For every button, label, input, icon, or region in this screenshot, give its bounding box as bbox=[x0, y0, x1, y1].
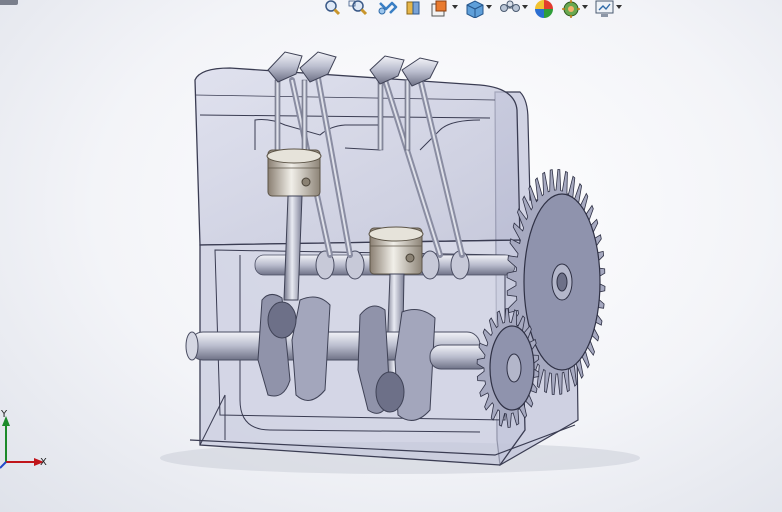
triad-y-label: Y bbox=[0, 409, 8, 420]
piston-1[interactable] bbox=[266, 148, 322, 197]
reference-triad: Y X bbox=[0, 409, 47, 469]
graphics-area[interactable]: Y X bbox=[0, 0, 782, 512]
piston-2[interactable] bbox=[368, 226, 424, 275]
triad-x-label: X bbox=[40, 457, 47, 468]
